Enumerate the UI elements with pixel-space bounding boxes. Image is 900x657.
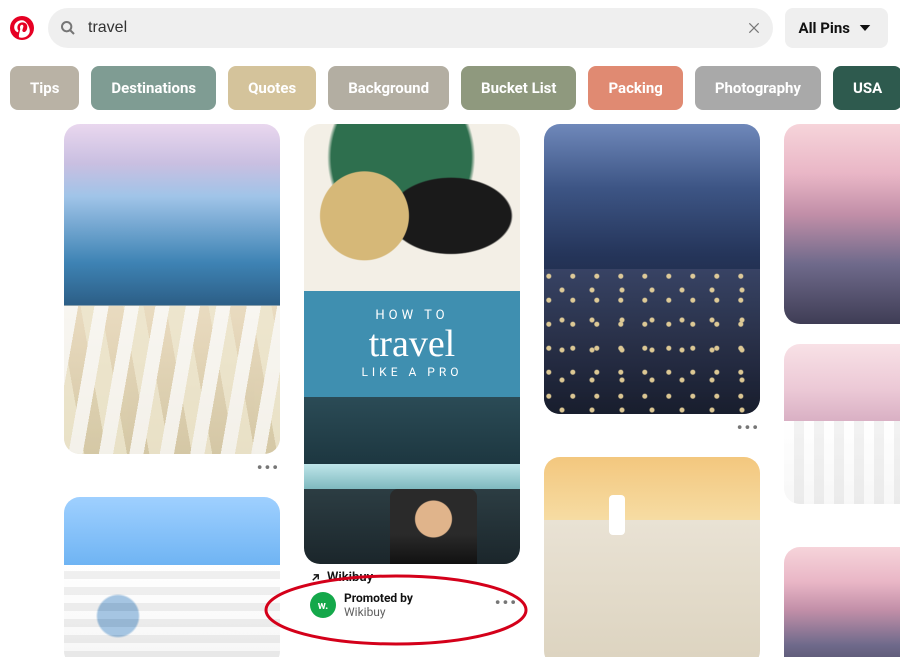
pin-image[interactable] bbox=[64, 124, 280, 454]
promoted-outbound-link[interactable]: Wikibuy bbox=[310, 570, 518, 585]
pin-image[interactable] bbox=[784, 344, 900, 504]
search-input[interactable] bbox=[86, 18, 737, 38]
pin-image[interactable] bbox=[784, 124, 900, 324]
chip-usa[interactable]: USA bbox=[833, 66, 900, 110]
pinterest-logo[interactable] bbox=[8, 14, 36, 42]
chip-photography[interactable]: Photography bbox=[695, 66, 821, 110]
chip-tips[interactable]: Tips bbox=[10, 66, 79, 110]
pin-image[interactable] bbox=[64, 497, 280, 657]
pin-card[interactable]: ••• bbox=[64, 124, 280, 477]
promo-overlay-line1: HOW TO bbox=[375, 308, 448, 323]
guided-search-chips: Tips Destinations Quotes Background Bucket L… bbox=[0, 56, 900, 124]
pin-image[interactable] bbox=[544, 457, 760, 657]
pin-card[interactable] bbox=[784, 547, 900, 657]
promoter-name[interactable]: Wikibuy bbox=[344, 605, 413, 619]
pin-card[interactable] bbox=[64, 497, 280, 657]
pin-more-button[interactable]: ••• bbox=[495, 593, 518, 612]
external-link-icon bbox=[310, 572, 321, 583]
pin-card[interactable]: ••• bbox=[784, 344, 900, 527]
search-icon bbox=[60, 20, 76, 36]
chip-background[interactable]: Background bbox=[328, 66, 449, 110]
pin-more-button[interactable]: ••• bbox=[737, 418, 760, 437]
promo-overlay-line3: LIKE A PRO bbox=[361, 365, 462, 379]
pin-more-button[interactable]: ••• bbox=[257, 458, 280, 477]
pin-card[interactable] bbox=[784, 124, 900, 324]
promoter-avatar[interactable]: w. bbox=[310, 592, 336, 618]
search-bar[interactable] bbox=[48, 8, 773, 48]
promoted-by-label: Promoted by bbox=[344, 591, 413, 605]
all-pins-label: All Pins bbox=[799, 19, 851, 37]
chip-packing[interactable]: Packing bbox=[588, 66, 682, 110]
pin-image[interactable] bbox=[784, 547, 900, 657]
chip-bucket-list[interactable]: Bucket List bbox=[461, 66, 576, 110]
pin-card[interactable]: ••• bbox=[544, 124, 760, 437]
clear-search-icon[interactable] bbox=[747, 21, 761, 35]
pin-image[interactable]: HOW TO travel LIKE A PRO bbox=[304, 124, 520, 564]
chip-destinations[interactable]: Destinations bbox=[91, 66, 216, 110]
chevron-down-icon bbox=[856, 19, 874, 37]
promoted-pin-card[interactable]: HOW TO travel LIKE A PRO Wikibuy w. bbox=[304, 124, 520, 619]
chip-quotes[interactable]: Quotes bbox=[228, 66, 316, 110]
promo-overlay-line2: travel bbox=[369, 325, 456, 363]
pin-card[interactable] bbox=[544, 457, 760, 657]
pin-image[interactable] bbox=[544, 124, 760, 414]
promoted-domain: Wikibuy bbox=[327, 570, 373, 585]
all-pins-dropdown[interactable]: All Pins bbox=[785, 8, 889, 48]
